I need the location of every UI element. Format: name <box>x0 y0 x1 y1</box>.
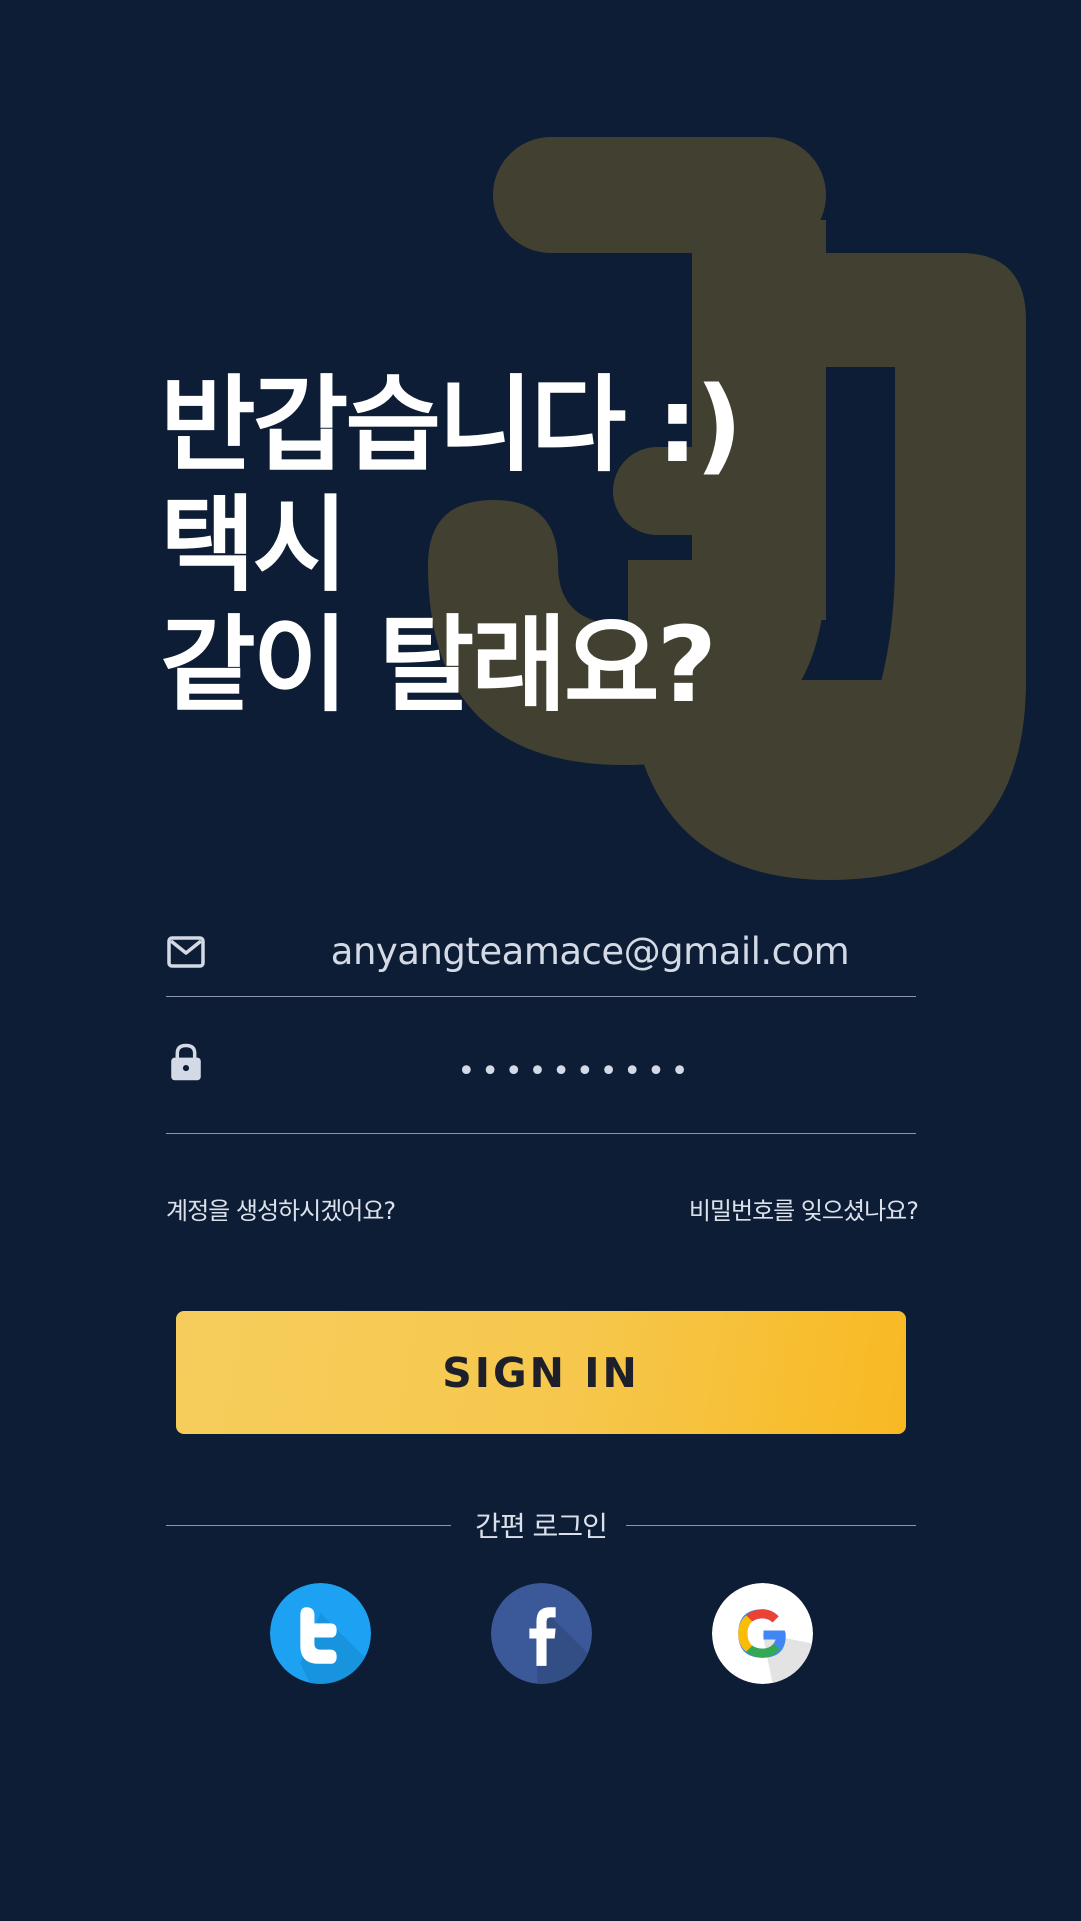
google-login-button[interactable] <box>712 1583 813 1684</box>
facebook-login-button[interactable] <box>491 1583 592 1684</box>
greeting-line-3: 같이 탈래요? <box>160 604 717 726</box>
email-input[interactable] <box>236 920 916 982</box>
password-field-row <box>166 1030 916 1134</box>
twitter-icon <box>270 1583 371 1684</box>
twitter-login-button[interactable] <box>270 1583 371 1684</box>
sign-in-button[interactable]: SIGN IN <box>176 1311 906 1434</box>
google-icon <box>712 1583 813 1684</box>
greeting-line-1: 반갑습니다 :) <box>160 364 743 486</box>
forgot-password-link[interactable]: 비밀번호를 잊으셨나요? <box>689 1191 919 1226</box>
social-login-divider: 간편 로그인 <box>166 1505 916 1545</box>
email-field-row <box>166 890 916 997</box>
greeting-heading: 반갑습니다 :) 택시 같이 탈래요? <box>160 364 743 726</box>
facebook-icon <box>491 1583 592 1684</box>
account-links: 계정을 생성하시겠어요? 비밀번호를 잊으셨나요? <box>166 1191 919 1231</box>
password-input[interactable] <box>236 1040 916 1102</box>
lock-icon <box>171 1043 201 1081</box>
login-screen: 반갑습니다 :) 택시 같이 탈래요? 계정을 생성하시겠어요? 비밀번호를 잊… <box>0 0 1081 1921</box>
divider-line-right <box>626 1525 916 1526</box>
mail-icon <box>167 936 205 968</box>
greeting-line-2: 택시 <box>160 484 348 606</box>
create-account-link[interactable]: 계정을 생성하시겠어요? <box>166 1191 396 1226</box>
